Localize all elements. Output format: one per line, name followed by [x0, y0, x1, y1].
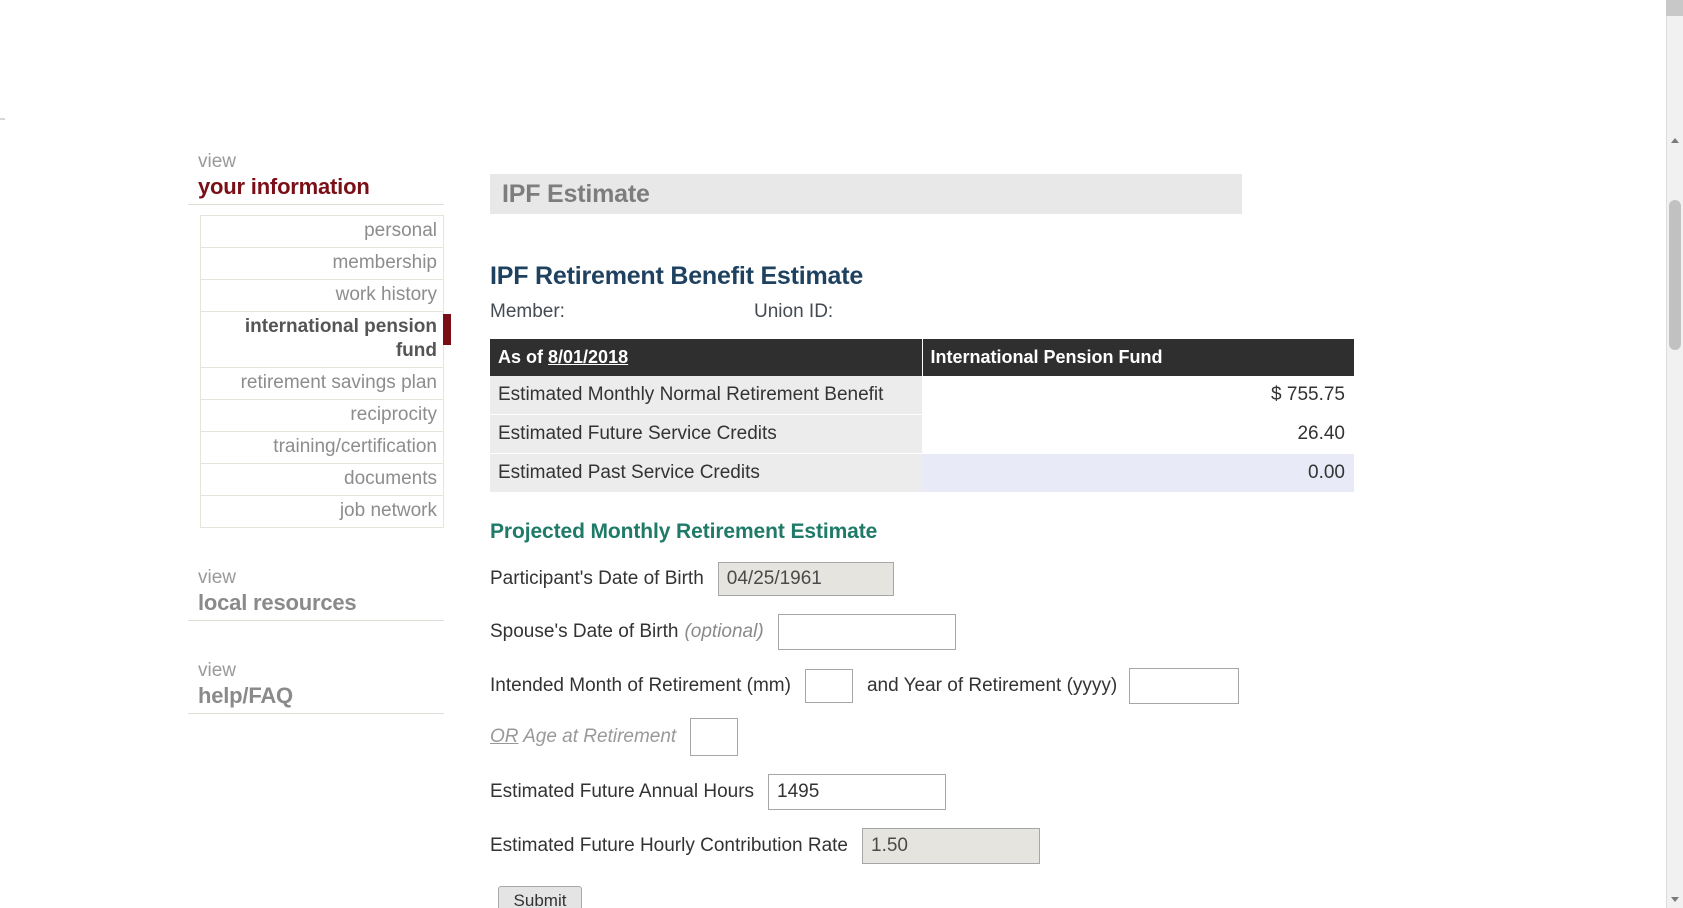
browser-page: view your information personal membershi…: [0, 0, 1683, 908]
scrollbar-thumb[interactable]: [1669, 200, 1681, 350]
row-label: Estimated Monthly Normal Retirement Bene…: [490, 376, 922, 415]
sidebar-spacer-1: [188, 536, 444, 566]
row-value: 0.00: [922, 454, 1354, 493]
sidebar-group-title: help/FAQ: [198, 683, 444, 709]
submit-button[interactable]: Submit: [498, 886, 582, 908]
contribution-rate-label: Estimated Future Hourly Contribution Rat…: [490, 835, 848, 857]
sidebar-item-job-network[interactable]: job network: [201, 496, 443, 528]
chevron-down-icon: [1671, 897, 1679, 902]
scroll-up-button[interactable]: [1667, 132, 1683, 149]
retirement-year-label: and Year of Retirement (yyyy): [867, 675, 1117, 697]
sidebar-group-view-label: view: [198, 659, 444, 683]
sidebar-group-view-label: view: [198, 150, 444, 174]
future-hours-row: Estimated Future Annual Hours: [490, 774, 1590, 810]
sidebar-item-label: membership: [332, 252, 437, 273]
table-row: Estimated Monthly Normal Retirement Bene…: [490, 376, 1354, 415]
sidebar-item-label: international pension fund: [245, 316, 437, 361]
row-value: $ 755.75: [922, 376, 1354, 415]
spouse-dob-label: Spouse's Date of Birth (optional): [490, 621, 764, 643]
union-id-label: Union ID:: [754, 301, 833, 323]
table-header-row: As of 8/01/2018 International Pension Fu…: [490, 339, 1354, 376]
retirement-date-row: Intended Month of Retirement (mm) and Ye…: [490, 668, 1590, 704]
as-of-header: As of 8/01/2018: [490, 339, 922, 376]
as-of-date: 8/01/2018: [548, 347, 628, 367]
estimate-table-head: As of 8/01/2018 International Pension Fu…: [490, 339, 1354, 376]
active-item-marker: [443, 314, 451, 345]
contribution-rate-input[interactable]: [862, 828, 1040, 864]
left-edge-tick: [0, 118, 5, 120]
table-row: Estimated Past Service Credits 0.00: [490, 454, 1354, 493]
content-top-divider: [0, 131, 1666, 132]
sidebar-item-label: retirement savings plan: [241, 372, 437, 393]
estimate-table: As of 8/01/2018 International Pension Fu…: [490, 339, 1354, 492]
sidebar-group-view-label: view: [198, 566, 444, 590]
retirement-year-input[interactable]: [1129, 668, 1239, 704]
vertical-scrollbar[interactable]: [1666, 0, 1683, 908]
sidebar-group-help-faq[interactable]: view help/FAQ: [188, 659, 444, 714]
sidebar-group-local-resources[interactable]: view local resources: [188, 566, 444, 621]
age-label-text: Age at Retirement: [519, 726, 677, 747]
age-at-retirement-label: OR Age at Retirement: [490, 726, 676, 748]
sidebar-group-header: view local resources: [188, 566, 444, 621]
sidebar-group-header: view help/FAQ: [188, 659, 444, 714]
scrollbar-corner: [1666, 0, 1683, 16]
age-at-retirement-input[interactable]: [690, 718, 738, 756]
sidebar-nav: view your information personal membershi…: [188, 150, 444, 722]
sidebar-item-international-pension-fund[interactable]: international pension fund: [201, 312, 443, 368]
sidebar-group-your-information: view your information personal membershi…: [188, 150, 444, 528]
sidebar-item-label: job network: [340, 500, 437, 521]
sidebar-group-title: your information: [198, 174, 444, 200]
sidebar-group-title: local resources: [198, 590, 444, 616]
as-of-prefix: As of: [498, 347, 548, 367]
row-label: Estimated Future Service Credits: [490, 415, 922, 454]
or-prefix: OR: [490, 726, 519, 747]
sidebar-item-list: personal membership work history interna…: [200, 215, 444, 528]
sidebar-item-retirement-savings-plan[interactable]: retirement savings plan: [201, 368, 443, 400]
optional-note: (optional): [684, 621, 763, 642]
dob-row: Participant's Date of Birth: [490, 562, 1590, 596]
top-blank-strip: [0, 0, 1666, 132]
future-annual-hours-input[interactable]: [768, 774, 946, 810]
retirement-month-input[interactable]: [805, 669, 853, 703]
row-label: Estimated Past Service Credits: [490, 454, 922, 493]
participant-dob-input[interactable]: [718, 562, 894, 596]
sidebar-item-label: training/certification: [273, 436, 437, 457]
spouse-dob-row: Spouse's Date of Birth (optional): [490, 614, 1590, 650]
sidebar-item-label: work history: [336, 284, 437, 305]
sidebar-item-label: reciprocity: [350, 404, 437, 425]
sidebar-item-membership[interactable]: membership: [201, 248, 443, 280]
sidebar-item-reciprocity[interactable]: reciprocity: [201, 400, 443, 432]
page-title: IPF Estimate: [502, 180, 650, 209]
sidebar-group-header: view your information: [188, 150, 444, 205]
contribution-rate-row: Estimated Future Hourly Contribution Rat…: [490, 828, 1590, 864]
sidebar-item-documents[interactable]: documents: [201, 464, 443, 496]
scroll-down-button[interactable]: [1667, 891, 1683, 908]
estimate-table-body: Estimated Monthly Normal Retirement Bene…: [490, 376, 1354, 492]
sidebar-item-training-certification[interactable]: training/certification: [201, 432, 443, 464]
dob-label: Participant's Date of Birth: [490, 568, 704, 590]
sidebar-item-work-history[interactable]: work history: [201, 280, 443, 312]
member-meta-row: Member: Union ID:: [490, 301, 1590, 323]
row-value: 26.40: [922, 415, 1354, 454]
table-row: Estimated Future Service Credits 26.40: [490, 415, 1354, 454]
member-label: Member:: [490, 301, 754, 323]
retirement-month-label: Intended Month of Retirement (mm): [490, 675, 791, 697]
spouse-dob-label-text: Spouse's Date of Birth: [490, 621, 678, 642]
future-hours-label: Estimated Future Annual Hours: [490, 781, 754, 803]
sidebar-spacer-2: [188, 629, 444, 659]
projected-heading: Projected Monthly Retirement Estimate: [490, 520, 1590, 544]
page-banner: IPF Estimate: [490, 174, 1242, 214]
main-content: IPF Estimate IPF Retirement Benefit Esti…: [490, 150, 1590, 908]
sidebar-item-label: personal: [364, 220, 437, 241]
chevron-up-icon: [1671, 138, 1679, 143]
age-at-retirement-row: OR Age at Retirement: [490, 718, 1590, 756]
fund-column-header: International Pension Fund: [922, 339, 1354, 376]
sidebar-item-personal[interactable]: personal: [201, 216, 443, 248]
section-heading: IPF Retirement Benefit Estimate: [490, 262, 1590, 291]
spouse-dob-input[interactable]: [778, 614, 956, 650]
sidebar-item-label: documents: [344, 468, 437, 489]
